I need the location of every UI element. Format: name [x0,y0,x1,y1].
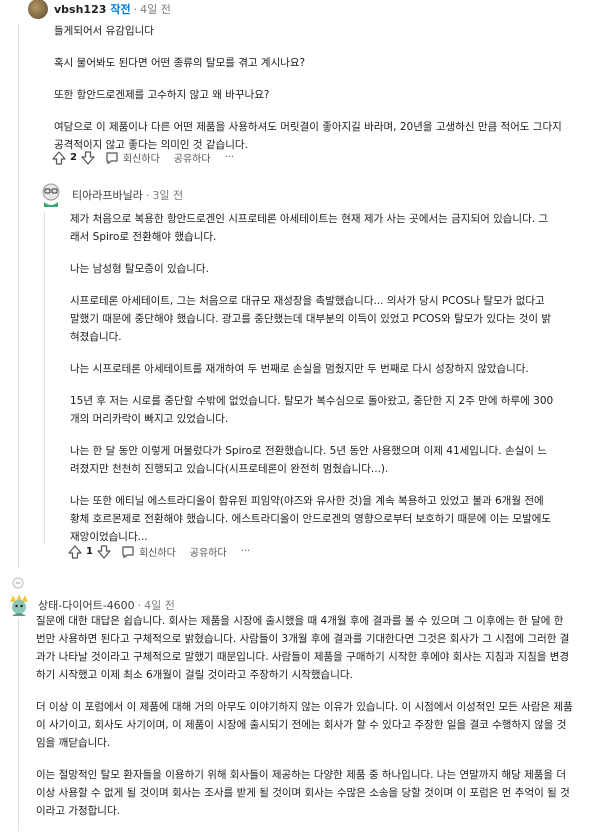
comment-paragraph: 15년 후 저는 시로를 중단할 수밖에 없었습니다. 탈모가 복수심으로 돌아… [70,395,554,425]
vote-count: 1 [86,546,93,557]
comment-body: 들게되어서 유감입니다 혹시 물어봐도 된다면 어떤 종류의 탈모를 겪고 계시… [54,22,574,168]
comment-paragraph: 시프로테론 아세테이트, 그는 처음으로 대규모 재성장을 촉발했습니다... … [70,295,552,343]
avatar[interactable] [6,592,32,618]
comment-2-header: 티아라프바닐라 · 3일 전 [36,180,183,210]
comment-paragraph: 들게되어서 유감입니다 [54,25,154,37]
comment-body: 제가 처음으로 복용한 항안드로겐인 시프로테론 아세테이트는 현재 제가 사는… [70,210,554,560]
reply-button[interactable]: 회신하다 [139,544,176,559]
thread-line-reply[interactable] [44,212,45,544]
comment-bubble-icon[interactable] [105,151,119,165]
avatar[interactable] [36,180,66,210]
downvote-icon[interactable] [81,150,95,165]
comment-actions: 1 회신하다 공유하다 ··· [68,544,260,559]
comment-1-header: vbsh123 작전 · 4일 전 [28,0,171,19]
comment-body: 질문에 대한 대답은 쉽습니다. 회사는 제품을 시장에 출시했을 때 4개월 … [36,612,576,834]
thread-line-comment-3[interactable] [18,618,19,831]
downvote-icon[interactable] [97,544,111,559]
share-button[interactable]: 공유하다 [190,544,227,559]
timestamp[interactable]: 4일 전 [144,597,175,613]
op-badge: 작전 [110,3,131,16]
author-name[interactable]: 상태-다이어트-4600 [38,597,135,613]
separator-dot: · [145,188,150,202]
comment-paragraph: 나는 남성형 탈모증이 있습니다. [70,263,209,275]
share-button[interactable]: 공유하다 [174,150,211,165]
reply-button[interactable]: 회신하다 [123,150,160,165]
comment-paragraph: 또한 항안드로겐제를 고수하지 않고 왜 바꾸나요? [54,89,270,101]
separator-dot: · [137,598,142,612]
comment-bubble-icon[interactable] [121,545,135,559]
upvote-icon[interactable] [68,544,82,559]
author-name[interactable]: vbsh123 [54,3,106,16]
comment-paragraph: 여담으로 이 제품이나 다른 어떤 제품을 사용하셔도 머릿결이 좋아지길 바라… [54,121,562,151]
comment-paragraph: 제가 처음으로 복용한 항안드로겐인 시프로테론 아세테이트는 현재 제가 사는… [70,213,549,243]
avatar[interactable] [28,0,48,19]
author-name[interactable]: 티아라프바닐라 [72,187,143,203]
comment-paragraph: 질문에 대한 대답은 쉽습니다. 회사는 제품을 시장에 출시했을 때 4개월 … [36,615,570,681]
comment-actions: 2 회신하다 공유하다 ··· [52,150,244,165]
comment-paragraph: 나는 시프로테론 아세테이트를 재개하여 두 번째로 손실을 멈췄지만 두 번째… [70,363,529,375]
comment-paragraph: 더 이상 이 포럼에서 이 제품에 대해 거의 아무도 이야기하지 않는 이유가… [36,701,573,749]
timestamp[interactable]: 4일 전 [140,1,171,17]
more-options-button[interactable]: ··· [241,546,251,557]
more-options-button[interactable]: ··· [225,152,235,163]
comment-paragraph: 나는 한 달 동안 이렇게 머물렀다가 Spiro로 전환했습니다. 5년 동안… [70,445,547,475]
thread-line-root[interactable] [18,24,19,569]
comment-paragraph: 이는 절망적인 탈모 환자들을 이용하기 위해 회사들이 제공하는 다양한 제품… [36,769,570,817]
timestamp[interactable]: 3일 전 [152,187,183,203]
comment-paragraph: 혹시 물어봐도 된다면 어떤 종류의 탈모를 겪고 계시나요? [54,57,306,69]
vote-count: 2 [70,152,77,163]
upvote-icon[interactable] [52,150,66,165]
separator-dot: · [133,2,138,16]
comment-paragraph: 나는 또한 에티닐 에스트라디올이 함유된 피임약(야즈와 유사한 것)을 계속… [70,495,552,543]
